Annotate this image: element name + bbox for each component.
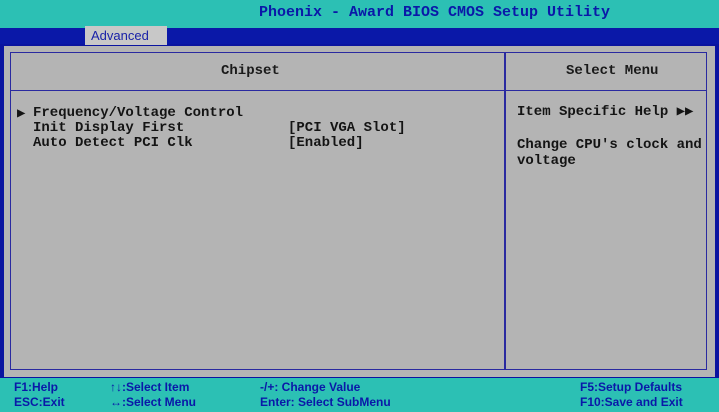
key-change-value: -/+: Change Value: [260, 380, 361, 394]
item-help: Item Specific Help ▶▶ Change CPU's clock…: [517, 103, 712, 169]
key-save-exit: F10:Save and Exit: [580, 395, 683, 409]
submenu-arrow-icon: ▶: [17, 106, 26, 122]
help-title: Item Specific Help ▶▶: [517, 104, 694, 120]
key-select-menu: ↔:Select Menu: [110, 395, 197, 409]
help-text: Change CPU's clock and voltage: [517, 137, 702, 169]
setting-label: Frequency/Voltage Control: [33, 105, 244, 121]
key-exit: ESC:Exit: [14, 395, 65, 409]
setting-value[interactable]: [Enabled]: [288, 135, 364, 151]
setting-value[interactable]: [PCI VGA Slot]: [288, 120, 406, 136]
key-select-item: ↑↓:Select Item: [110, 380, 190, 394]
tab-advanced[interactable]: Advanced: [85, 26, 167, 45]
key-select-submenu: Enter: Select SubMenu: [260, 395, 391, 409]
section-heading: Chipset: [221, 63, 280, 79]
bios-title: Phoenix - Award BIOS CMOS Setup Utility: [258, 4, 611, 21]
bios-screen: Phoenix - Award BIOS CMOS Setup Utility …: [0, 0, 719, 412]
main-panel: Chipset Select Menu ▶ Frequency/Voltage …: [4, 46, 715, 377]
setting-label: Auto Detect PCI Clk: [33, 135, 193, 151]
key-setup-defaults: F5:Setup Defaults: [580, 380, 683, 394]
setting-label: Init Display First: [33, 120, 185, 136]
title-bar: Phoenix - Award BIOS CMOS Setup Utility: [0, 0, 719, 28]
key-legend: F1:Help ESC:Exit ↑↓:Select Item ↔:Select…: [0, 378, 719, 412]
panel-frame: Chipset Select Menu ▶ Frequency/Voltage …: [10, 52, 707, 370]
header-divider: [11, 90, 706, 91]
help-heading: Select Menu: [566, 63, 659, 79]
key-help: F1:Help: [14, 380, 59, 394]
vertical-divider: [504, 53, 506, 369]
